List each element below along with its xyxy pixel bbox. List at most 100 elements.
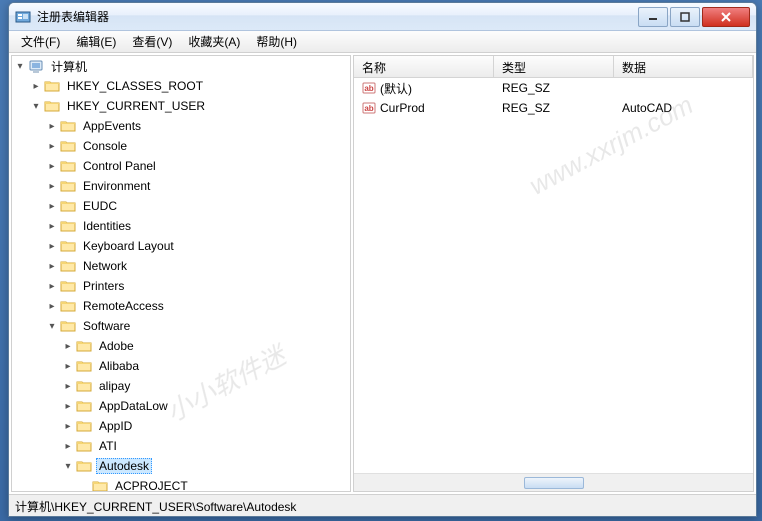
tree-toggle-icon[interactable]: ▸ bbox=[44, 301, 60, 312]
tree-item[interactable]: ▸ Keyboard Layout bbox=[12, 236, 350, 256]
tree-label[interactable]: Printers bbox=[80, 278, 127, 294]
tree-toggle-icon[interactable]: ▾ bbox=[28, 101, 44, 112]
window-title: 注册表编辑器 bbox=[37, 8, 636, 25]
tree-label[interactable]: HKEY_CLASSES_ROOT bbox=[64, 78, 206, 94]
tree-toggle-icon[interactable]: ▸ bbox=[60, 381, 76, 392]
tree-item[interactable]: ▸ AppID bbox=[12, 416, 350, 436]
content-area: ▾ 计算机 ▸ HKEY_CLASSES_ROOT ▾ HKEY_CURRENT_USER… bbox=[9, 53, 756, 494]
tree-hkcu[interactable]: ▾ HKEY_CURRENT_USER bbox=[12, 96, 350, 116]
tree-label[interactable]: AppID bbox=[96, 418, 135, 434]
menu-file[interactable]: 文件(F) bbox=[13, 31, 68, 52]
menu-edit[interactable]: 编辑(E) bbox=[68, 31, 124, 52]
string-value-icon: ab bbox=[362, 101, 376, 115]
folder-icon bbox=[92, 479, 108, 492]
tree-toggle-icon[interactable]: ▸ bbox=[28, 81, 44, 92]
tree-label[interactable]: Environment bbox=[80, 178, 153, 194]
tree-toggle-icon[interactable]: ▸ bbox=[60, 401, 76, 412]
tree-item[interactable]: ▸ Printers bbox=[12, 276, 350, 296]
close-button[interactable] bbox=[702, 7, 750, 27]
tree-toggle-icon[interactable]: ▾ bbox=[44, 321, 60, 332]
tree-label[interactable]: EUDC bbox=[80, 198, 120, 214]
tree-toggle-icon[interactable]: ▸ bbox=[44, 281, 60, 292]
tree-label[interactable]: Identities bbox=[80, 218, 134, 234]
menu-view[interactable]: 查看(V) bbox=[124, 31, 180, 52]
tree-label[interactable]: Alibaba bbox=[96, 358, 142, 374]
tree-toggle-icon[interactable]: ▾ bbox=[60, 461, 76, 472]
tree-toggle-icon[interactable]: ▸ bbox=[60, 441, 76, 452]
tree-label[interactable]: ATI bbox=[96, 438, 120, 454]
tree-label[interactable]: ACPROJECT bbox=[112, 478, 191, 492]
list-body[interactable]: ab(默认)REG_SZabCurProdREG_SZAutoCAD bbox=[354, 78, 753, 473]
tree-toggle-icon[interactable]: ▸ bbox=[60, 341, 76, 352]
tree-item[interactable]: ▸ Environment bbox=[12, 176, 350, 196]
tree-item[interactable]: ▸ Console bbox=[12, 136, 350, 156]
tree-toggle-icon[interactable]: ▸ bbox=[60, 361, 76, 372]
horizontal-scrollbar[interactable] bbox=[354, 473, 753, 491]
tree-toggle-icon[interactable]: ▸ bbox=[44, 241, 60, 252]
tree-hkcr[interactable]: ▸ HKEY_CLASSES_ROOT bbox=[12, 76, 350, 96]
tree-label[interactable]: Console bbox=[80, 138, 130, 154]
tree-toggle-icon[interactable]: ▸ bbox=[44, 141, 60, 152]
tree-item[interactable]: ▸ Alibaba bbox=[12, 356, 350, 376]
tree-toggle-icon[interactable]: ▸ bbox=[60, 421, 76, 432]
folder-icon bbox=[44, 79, 60, 93]
titlebar[interactable]: 注册表编辑器 bbox=[9, 3, 756, 31]
tree-toggle-icon[interactable]: ▸ bbox=[44, 201, 60, 212]
tree-item[interactable]: ▸ EUDC bbox=[12, 196, 350, 216]
folder-icon bbox=[60, 159, 76, 173]
tree-label[interactable]: Adobe bbox=[96, 338, 137, 354]
value-name: CurProd bbox=[380, 101, 425, 115]
tree-toggle-icon[interactable]: ▸ bbox=[44, 161, 60, 172]
folder-icon bbox=[76, 379, 92, 393]
tree-toggle-icon[interactable]: ▾ bbox=[12, 61, 28, 72]
scroll-thumb[interactable] bbox=[524, 477, 584, 489]
menu-help[interactable]: 帮助(H) bbox=[248, 31, 305, 52]
tree-autodesk[interactable]: ▾ Autodesk bbox=[12, 456, 350, 476]
tree-label[interactable]: Autodesk bbox=[96, 458, 152, 474]
tree-label[interactable]: RemoteAccess bbox=[80, 298, 167, 314]
tree-acproject[interactable]: ACPROJECT bbox=[12, 476, 350, 492]
col-header-data[interactable]: 数据 bbox=[614, 56, 753, 77]
tree-item[interactable]: ▸ Network bbox=[12, 256, 350, 276]
tree-item[interactable]: ▸ Control Panel bbox=[12, 156, 350, 176]
tree-toggle-icon[interactable]: ▸ bbox=[44, 181, 60, 192]
maximize-button[interactable] bbox=[670, 7, 700, 27]
string-value-icon: ab bbox=[362, 81, 376, 95]
tree-label[interactable]: Network bbox=[80, 258, 130, 274]
tree-label[interactable]: Control Panel bbox=[80, 158, 159, 174]
folder-icon bbox=[76, 359, 92, 373]
tree-item[interactable]: ▸ ATI bbox=[12, 436, 350, 456]
folder-icon bbox=[60, 139, 76, 153]
list-row[interactable]: ab(默认)REG_SZ bbox=[354, 78, 753, 98]
folder-icon bbox=[76, 399, 92, 413]
tree-label[interactable]: AppDataLow bbox=[96, 398, 171, 414]
tree-pane[interactable]: ▾ 计算机 ▸ HKEY_CLASSES_ROOT ▾ HKEY_CURRENT_USER… bbox=[11, 55, 351, 492]
list-pane: 名称 类型 数据 ab(默认)REG_SZabCurProdREG_SZAuto… bbox=[353, 55, 754, 492]
tree-label[interactable]: Software bbox=[80, 318, 133, 334]
menu-favorites[interactable]: 收藏夹(A) bbox=[180, 31, 248, 52]
tree-label[interactable]: HKEY_CURRENT_USER bbox=[64, 98, 208, 114]
tree-software[interactable]: ▾ Software bbox=[12, 316, 350, 336]
value-data: AutoCAD bbox=[614, 101, 753, 115]
tree-root-computer[interactable]: ▾ 计算机 bbox=[12, 56, 350, 76]
folder-icon bbox=[60, 319, 76, 333]
tree-item[interactable]: ▸ Adobe bbox=[12, 336, 350, 356]
tree-item[interactable]: ▸ alipay bbox=[12, 376, 350, 396]
tree-toggle-icon[interactable]: ▸ bbox=[44, 221, 60, 232]
svg-text:ab: ab bbox=[364, 84, 373, 93]
list-row[interactable]: abCurProdREG_SZAutoCAD bbox=[354, 98, 753, 118]
minimize-button[interactable] bbox=[638, 7, 668, 27]
tree-label[interactable]: alipay bbox=[96, 378, 133, 394]
tree-label[interactable]: AppEvents bbox=[80, 118, 144, 134]
tree-item[interactable]: ▸ RemoteAccess bbox=[12, 296, 350, 316]
col-header-type[interactable]: 类型 bbox=[494, 56, 614, 77]
col-header-name[interactable]: 名称 bbox=[354, 56, 494, 77]
tree-label[interactable]: 计算机 bbox=[48, 57, 90, 76]
tree-item[interactable]: ▸ AppEvents bbox=[12, 116, 350, 136]
tree-item[interactable]: ▸ AppDataLow bbox=[12, 396, 350, 416]
tree-toggle-icon[interactable]: ▸ bbox=[44, 261, 60, 272]
svg-text:ab: ab bbox=[364, 104, 373, 113]
tree-label[interactable]: Keyboard Layout bbox=[80, 238, 177, 254]
tree-item[interactable]: ▸ Identities bbox=[12, 216, 350, 236]
tree-toggle-icon[interactable]: ▸ bbox=[44, 121, 60, 132]
